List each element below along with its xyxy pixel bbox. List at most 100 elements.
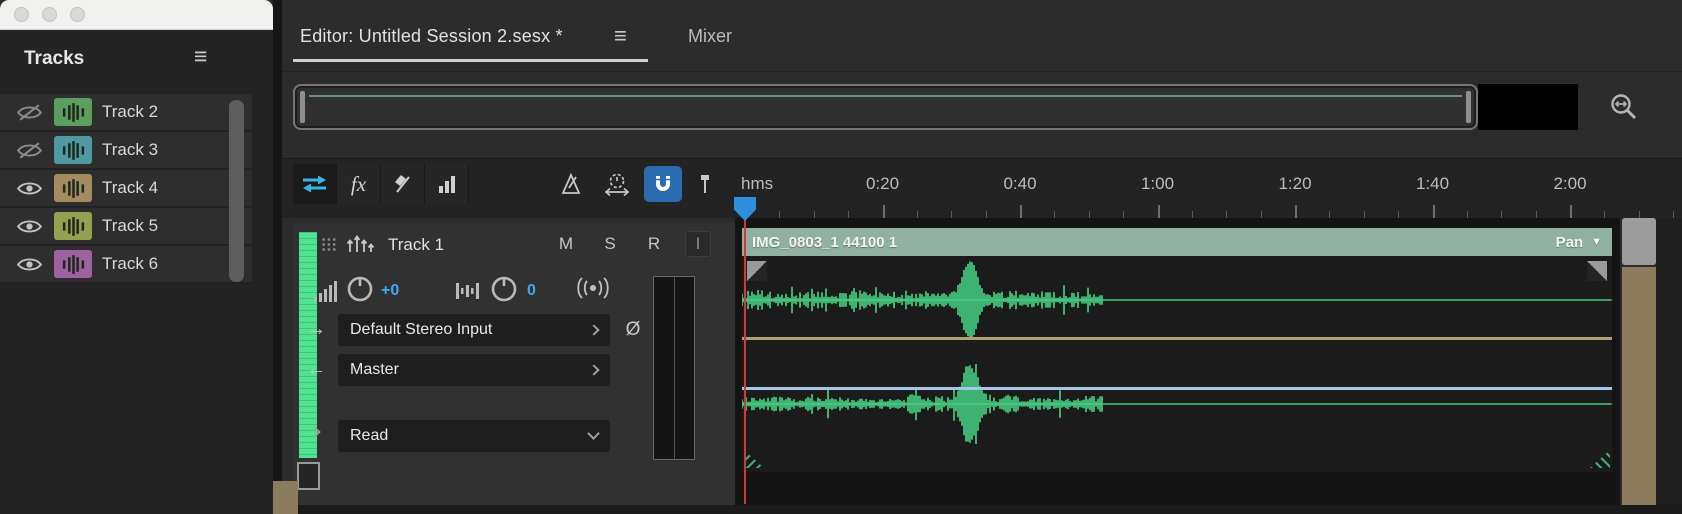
timeline-tick (813, 211, 815, 218)
mute-button[interactable]: M (553, 231, 579, 257)
timeline-tick (1260, 211, 1262, 218)
vertical-scrollbar-track[interactable] (1622, 267, 1656, 505)
razor-tool-icon (394, 175, 410, 193)
pan-value[interactable]: 0 (527, 282, 536, 300)
navigator-left-handle[interactable] (300, 91, 305, 123)
chevron-down-icon (587, 427, 600, 440)
metronome-icon (561, 173, 581, 194)
track-visibility-toggle[interactable] (14, 178, 44, 199)
track-name-label: Track 3 (102, 140, 159, 159)
tab-mixer[interactable]: Mixer (688, 26, 732, 47)
tab-editor[interactable]: Editor: Untitled Session 2.sesx * (300, 26, 563, 47)
zoom-navigator-button[interactable] (1602, 88, 1646, 126)
snap-toggle-button[interactable] (644, 166, 682, 202)
track-list-item[interactable]: Track 2 (0, 94, 252, 132)
panel-divider (273, 0, 282, 514)
track-list: Track 2 Track 3 Track 4 Track 5 Track 6 (0, 94, 252, 284)
skip-playhead-button[interactable] (598, 166, 636, 202)
window-titlebar[interactable] (0, 0, 273, 30)
timeline-units-label[interactable]: hms (741, 174, 773, 194)
timeline-tick-label: 1:40 (1415, 174, 1450, 193)
volume-envelope-line[interactable] (742, 337, 1612, 340)
track-list-item[interactable]: Track 6 (0, 246, 252, 284)
eye-icon (16, 258, 42, 270)
clip-stretch-handle-right[interactable] (1590, 450, 1610, 468)
marker-icon (701, 175, 709, 193)
timeline-tick (1570, 205, 1572, 218)
record-arm-button[interactable]: R (641, 231, 667, 257)
track-color-badge[interactable] (54, 250, 92, 278)
volume-knob[interactable] (345, 274, 375, 304)
pan-envelope-line[interactable] (742, 387, 1612, 390)
input-arrow-icon: → (306, 318, 326, 340)
input-monitor-button[interactable]: I (685, 231, 711, 257)
move-tool-button[interactable] (293, 164, 337, 204)
metronome-toggle-button[interactable] (552, 166, 590, 202)
minimize-window-button[interactable] (42, 7, 57, 22)
track-color-badge[interactable] (54, 212, 92, 240)
timeline-tick (1398, 211, 1400, 218)
monitor-input-icon[interactable] (573, 276, 613, 300)
pan-knob[interactable] (489, 274, 519, 304)
tracks-panel-title: Tracks (24, 48, 85, 69)
output-select-value: Master (350, 361, 399, 378)
fx-button[interactable]: fx (337, 164, 381, 204)
tracks-panel: Tracks ≡ Track 2 Track 3 Track 4 Track 5 Tra… (0, 30, 273, 514)
timeline-ruler[interactable]: hms 0:20 0:40 1:00 1:20 1:40 2:00 (735, 158, 1682, 218)
timeline-tick (882, 205, 885, 218)
audio-clip[interactable]: IMG_0803_1 44100 1 Pan ▼ (742, 228, 1612, 472)
skip-playhead-clock-icon (604, 173, 630, 196)
input-select-value: Default Stereo Input (350, 321, 493, 338)
track-visibility-toggle[interactable] (14, 216, 44, 237)
output-arrow-icon: ← (306, 358, 326, 380)
bottom-left-scroll-corner[interactable] (273, 481, 298, 514)
tracks-panel-menu-icon[interactable]: ≡ (194, 43, 207, 70)
timeline-tick (951, 211, 953, 218)
solo-button[interactable]: S (597, 231, 623, 257)
track-visibility-toggle[interactable] (14, 254, 44, 275)
automation-mode-select[interactable]: Read (338, 420, 610, 452)
zoom-window-button[interactable] (70, 7, 85, 22)
track-visibility-toggle[interactable] (14, 140, 44, 161)
track-color-badge[interactable] (54, 174, 92, 202)
volume-value[interactable]: +0 (381, 282, 399, 300)
metering-button[interactable] (425, 164, 469, 204)
track-name-label[interactable]: Track 1 (388, 235, 444, 255)
clip-envelope-selector[interactable]: Pan ▼ (1556, 234, 1602, 251)
navigator-right-handle[interactable] (1466, 91, 1471, 123)
timeline-tick (1501, 211, 1503, 218)
eye-icon (16, 182, 42, 194)
tracks-scrollbar[interactable] (229, 100, 244, 282)
clip-header[interactable]: IMG_0803_1 44100 1 Pan ▼ (742, 228, 1612, 256)
timeline-tick (1123, 211, 1125, 218)
razor-tool-button[interactable] (381, 164, 425, 204)
snap-magnet-icon (656, 176, 670, 191)
chevron-right-icon (588, 364, 600, 376)
chevron-right-icon (588, 324, 600, 336)
metering-icon (438, 176, 455, 193)
track-color-badge[interactable] (54, 98, 92, 126)
vertical-scrollbar-handle[interactable] (1622, 218, 1656, 265)
track-list-item[interactable]: Track 3 (0, 132, 252, 170)
track-visibility-toggle[interactable] (14, 102, 44, 123)
fx-icon: fx (350, 171, 367, 196)
zoom-navigator-bar[interactable] (293, 84, 1478, 130)
output-select[interactable]: Master (338, 354, 610, 386)
track1-header-panel: Track 1 M S R I +0 0 → Default Stereo In… (293, 222, 735, 505)
track-arm-box[interactable] (297, 462, 320, 490)
track-drag-grip[interactable] (321, 237, 337, 252)
input-select[interactable]: Default Stereo Input (338, 314, 610, 346)
phase-invert-button[interactable]: Ø (618, 314, 648, 346)
add-marker-button[interactable] (692, 166, 718, 202)
timeline-tick (1673, 211, 1675, 218)
clip-stretch-handle-left[interactable] (744, 450, 764, 468)
clip-name-label: IMG_0803_1 44100 1 (752, 233, 898, 251)
track-name-label: Track 2 (102, 102, 159, 121)
editor-panel-menu-icon[interactable]: ≡ (614, 23, 627, 49)
track-list-item[interactable]: Track 5 (0, 208, 252, 246)
track-list-item[interactable]: Track 4 (0, 170, 252, 208)
track-color-badge[interactable] (54, 136, 92, 164)
waveform-icon (62, 178, 84, 198)
close-window-button[interactable] (14, 7, 29, 22)
timeline-tick (779, 211, 781, 218)
